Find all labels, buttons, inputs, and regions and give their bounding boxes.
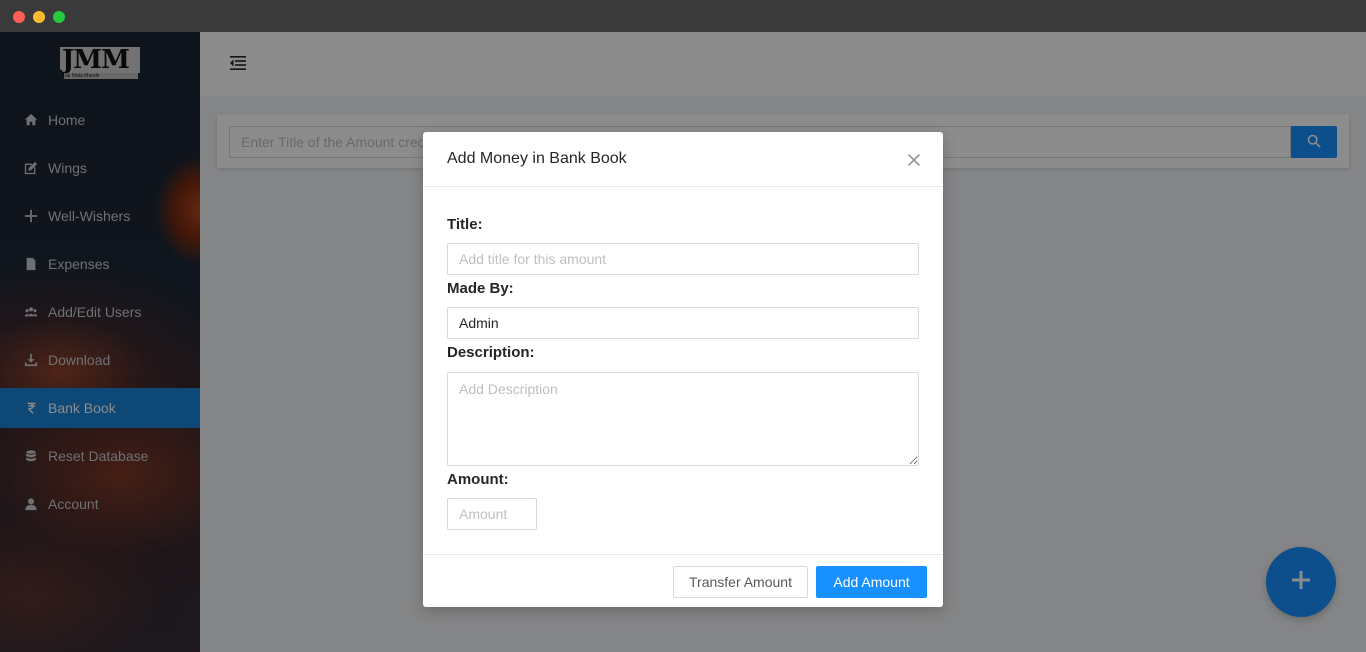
modal-title: Add Money in Bank Book: [447, 150, 627, 167]
window-close-button[interactable]: [13, 11, 25, 23]
modal-header: Add Money in Bank Book: [423, 132, 943, 187]
made-by-field[interactable]: [447, 307, 919, 339]
add-money-modal: Add Money in Bank Book Title: Made By: D…: [423, 132, 943, 607]
window-minimize-button[interactable]: [33, 11, 45, 23]
amount-field[interactable]: [447, 498, 537, 530]
transfer-amount-button[interactable]: Transfer Amount: [673, 566, 808, 598]
modal-footer: Transfer Amount Add Amount: [423, 554, 943, 607]
amount-label: Amount:: [447, 471, 509, 488]
made-by-label: Made By:: [447, 280, 514, 297]
title-label: Title:: [447, 216, 483, 233]
close-icon[interactable]: [905, 151, 923, 169]
window-maximize-button[interactable]: [53, 11, 65, 23]
description-field[interactable]: [447, 372, 919, 466]
description-label: Description:: [447, 344, 535, 361]
window-titlebar: [0, 0, 1366, 32]
title-field[interactable]: [447, 243, 919, 275]
add-amount-button[interactable]: Add Amount: [816, 566, 927, 598]
